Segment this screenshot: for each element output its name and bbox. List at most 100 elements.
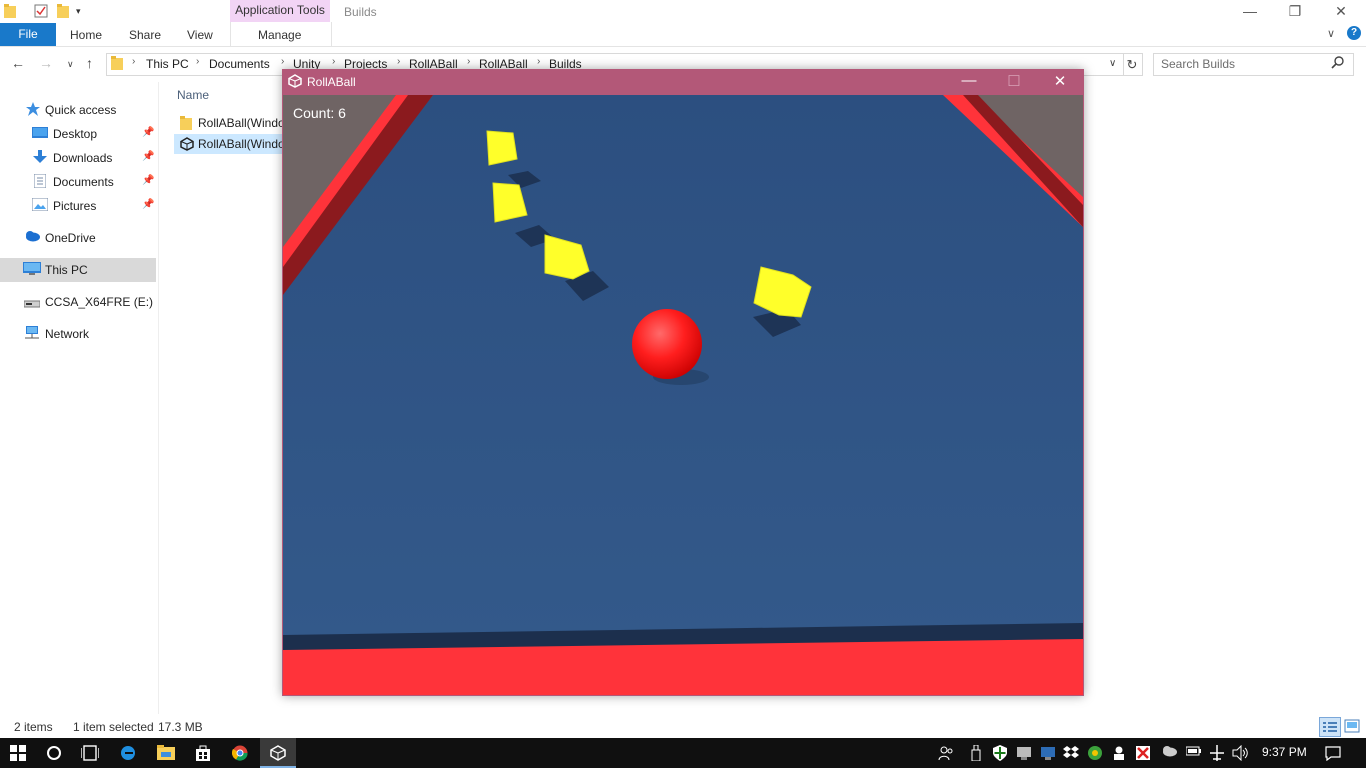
nav-item-desktop[interactable]: Desktop 📌: [0, 122, 156, 146]
tab-home[interactable]: Home: [70, 28, 102, 42]
nav-item-onedrive[interactable]: OneDrive: [0, 226, 156, 250]
column-header-name[interactable]: Name: [177, 88, 209, 102]
nav-item-label: Downloads: [53, 151, 113, 165]
details-view-icon[interactable]: [1319, 717, 1341, 737]
nav-item-downloads[interactable]: Downloads 📌: [0, 146, 156, 170]
star-icon: [26, 102, 40, 119]
large-icons-view-icon[interactable]: [1342, 717, 1362, 735]
tab-file[interactable]: File: [0, 23, 56, 46]
network-icon: [23, 326, 41, 343]
nav-item-label: Pictures: [53, 199, 97, 213]
file-row[interactable]: RollABall(Windo: [174, 113, 284, 133]
player-ball: [632, 309, 702, 379]
documents-icon: [33, 173, 47, 191]
crumb-documents[interactable]: Documents: [209, 57, 270, 71]
file-row[interactable]: RollABall(Windo: [174, 134, 284, 154]
crumb-this-pc[interactable]: This PC: [146, 57, 189, 71]
task-view-icon[interactable]: [80, 745, 100, 764]
crumb-separator: ›: [132, 56, 136, 67]
nav-item-drive-e[interactable]: CCSA_X64FRE (E:): [0, 290, 156, 314]
pin-icon[interactable]: 📌: [142, 175, 154, 186]
game-close-button[interactable]: ✕: [1037, 72, 1083, 90]
game-viewport[interactable]: [283, 95, 1083, 695]
back-icon[interactable]: ←: [11, 55, 25, 71]
windows-start-icon[interactable]: [10, 745, 26, 764]
drive-icon: [23, 297, 41, 311]
score-count-label: Count: 6: [293, 105, 346, 121]
nav-item-label: Documents: [53, 175, 114, 189]
refresh-icon[interactable]: ↻: [1122, 53, 1143, 76]
onedrive-tray-icon[interactable]: [1160, 745, 1178, 760]
unity-icon[interactable]: [270, 745, 286, 764]
cortana-icon[interactable]: [46, 745, 62, 764]
dropbox-icon[interactable]: [1063, 745, 1079, 764]
explorer-restore-button[interactable]: ❐: [1272, 3, 1318, 20]
folder-icon: [4, 4, 16, 21]
taskbar-clock[interactable]: 9:37 PM: [1262, 745, 1307, 759]
status-item-count: 2 items: [14, 720, 53, 734]
ribbon-expand-icon[interactable]: ∨: [1327, 27, 1335, 40]
battery-icon[interactable]: [1185, 745, 1202, 760]
recent-locations-icon[interactable]: ∨: [67, 59, 74, 70]
crumb-separator: ›: [196, 56, 200, 67]
chrome-icon[interactable]: [231, 745, 248, 764]
edge-icon[interactable]: [120, 745, 136, 764]
crumb-separator: ›: [332, 56, 336, 67]
file-explorer-icon[interactable]: [157, 745, 175, 763]
color-app-icon[interactable]: [1087, 745, 1103, 764]
context-tab-group-title: Application Tools: [235, 3, 325, 17]
volume-icon[interactable]: [1232, 744, 1248, 764]
nav-item-label: Quick access: [45, 103, 117, 117]
game-window-title: RollABall: [307, 75, 356, 89]
pictures-icon: [31, 197, 49, 214]
display-icon[interactable]: [1016, 745, 1032, 764]
new-folder-icon[interactable]: [57, 4, 69, 21]
computer-icon: [23, 262, 41, 279]
crumb-separator: ›: [467, 56, 471, 67]
store-icon[interactable]: [195, 745, 211, 764]
cloud-icon: [23, 230, 41, 245]
explorer-close-button[interactable]: ✕: [1318, 3, 1364, 20]
action-center-icon[interactable]: [1325, 745, 1341, 764]
properties-icon[interactable]: [34, 4, 48, 21]
nav-item-quick-access[interactable]: Quick access: [0, 98, 156, 122]
nav-item-pictures[interactable]: Pictures 📌: [0, 194, 156, 218]
people-icon[interactable]: [938, 745, 954, 764]
network-tray-icon[interactable]: [1040, 745, 1056, 764]
airplane-mode-icon[interactable]: [1209, 745, 1225, 764]
status-bar: [0, 716, 1366, 738]
game-scene: [283, 95, 1083, 695]
search-icon[interactable]: [1331, 55, 1345, 72]
explorer-minimize-button[interactable]: —: [1227, 3, 1273, 19]
pin-icon[interactable]: 📌: [142, 199, 154, 210]
forward-icon[interactable]: →: [39, 55, 53, 71]
tab-share[interactable]: Share: [129, 28, 161, 42]
blocked-icon[interactable]: [1135, 745, 1151, 764]
usb-icon[interactable]: [970, 744, 982, 764]
pin-icon[interactable]: 📌: [142, 127, 154, 138]
defender-icon[interactable]: [993, 745, 1007, 764]
address-dropdown-icon[interactable]: ∨: [1109, 58, 1116, 69]
customize-qat-icon[interactable]: ▾: [76, 6, 81, 17]
nav-item-documents[interactable]: Documents 📌: [0, 170, 156, 194]
file-name: RollABall(Windo: [198, 116, 284, 130]
nav-item-label: Network: [45, 327, 90, 341]
crumb-separator: ›: [397, 56, 401, 67]
status-size: 17.3 MB: [158, 720, 203, 734]
status-selection: 1 item selected: [73, 720, 154, 734]
nav-item-this-pc[interactable]: This PC: [0, 258, 156, 282]
user-tray-icon[interactable]: [1112, 745, 1126, 764]
tab-manage[interactable]: Manage: [258, 28, 301, 42]
crumb-separator: ›: [537, 56, 541, 67]
unity-icon: [288, 74, 302, 91]
up-icon[interactable]: ↑: [86, 55, 93, 71]
crumb-separator: ›: [281, 56, 285, 67]
nav-item-network[interactable]: Network: [0, 322, 156, 346]
explorer-window-title: Builds: [344, 5, 377, 19]
game-maximize-button[interactable]: ☐: [991, 72, 1037, 90]
pin-icon[interactable]: 📌: [142, 151, 154, 162]
unity-icon: [180, 137, 194, 154]
tab-view[interactable]: View: [187, 28, 213, 42]
help-icon[interactable]: ?: [1347, 26, 1361, 40]
game-minimize-button[interactable]: —: [946, 72, 992, 89]
